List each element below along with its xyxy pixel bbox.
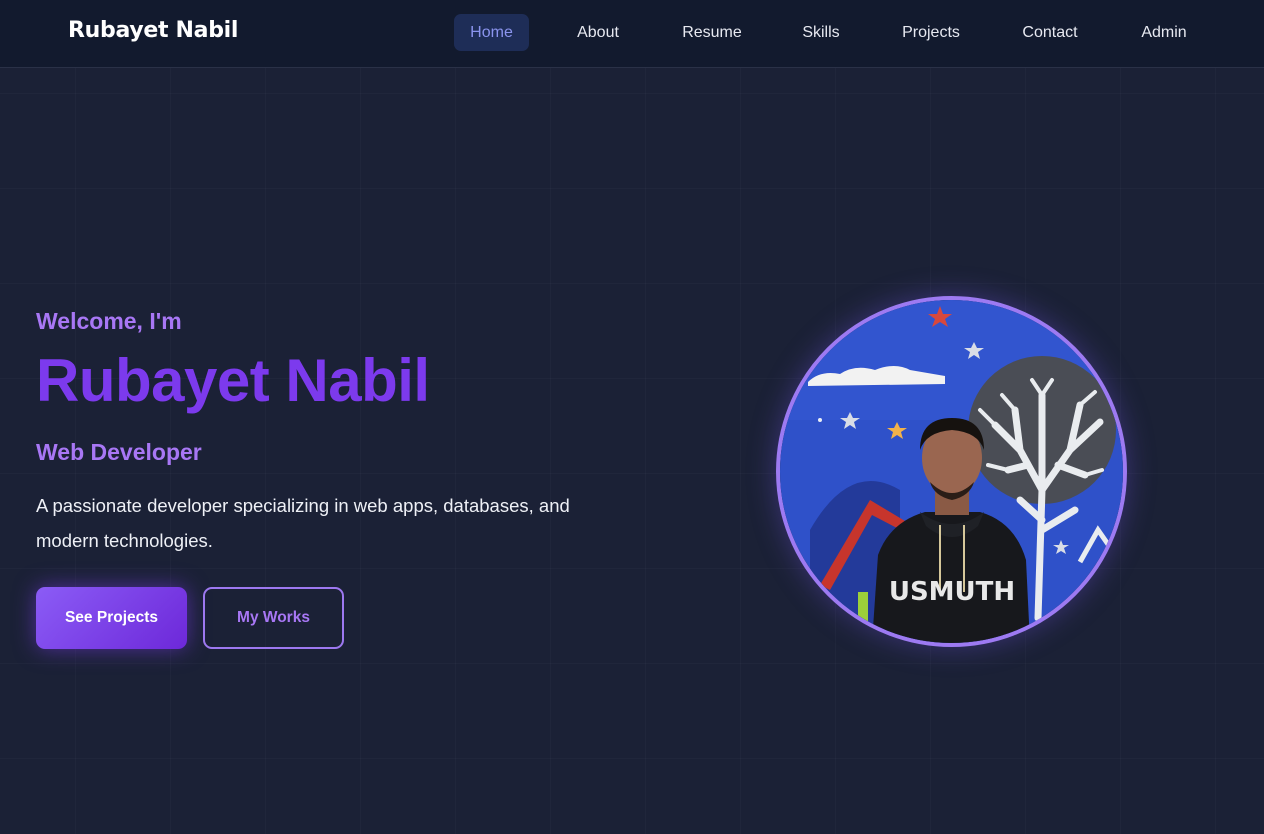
role-title: Web Developer xyxy=(36,439,202,465)
nav-skills[interactable]: Skills xyxy=(792,14,850,51)
profile-photo-illustration: USMUTH xyxy=(780,300,1123,643)
nav-contact[interactable]: Contact xyxy=(1010,14,1090,51)
nav-projects[interactable]: Projects xyxy=(891,14,971,51)
navbar: Rubayet Nabil Home About Resume Skills P… xyxy=(0,0,1264,68)
hoodie-text: USMUTH xyxy=(889,577,1015,607)
my-works-button[interactable]: My Works xyxy=(203,587,344,649)
nav-home[interactable]: Home xyxy=(454,14,529,51)
nav-about[interactable]: About xyxy=(566,14,630,51)
brand-logo[interactable]: Rubayet Nabil xyxy=(68,18,238,43)
welcome-text: Welcome, I'm xyxy=(36,308,182,334)
nav-admin[interactable]: Admin xyxy=(1130,14,1198,51)
see-projects-button[interactable]: See Projects xyxy=(36,587,187,649)
nav-resume[interactable]: Resume xyxy=(672,14,752,51)
hero-description: A passionate developer specializing in w… xyxy=(36,495,570,551)
hero-name: Rubayet Nabil xyxy=(36,347,430,414)
profile-photo: USMUTH xyxy=(776,296,1127,647)
